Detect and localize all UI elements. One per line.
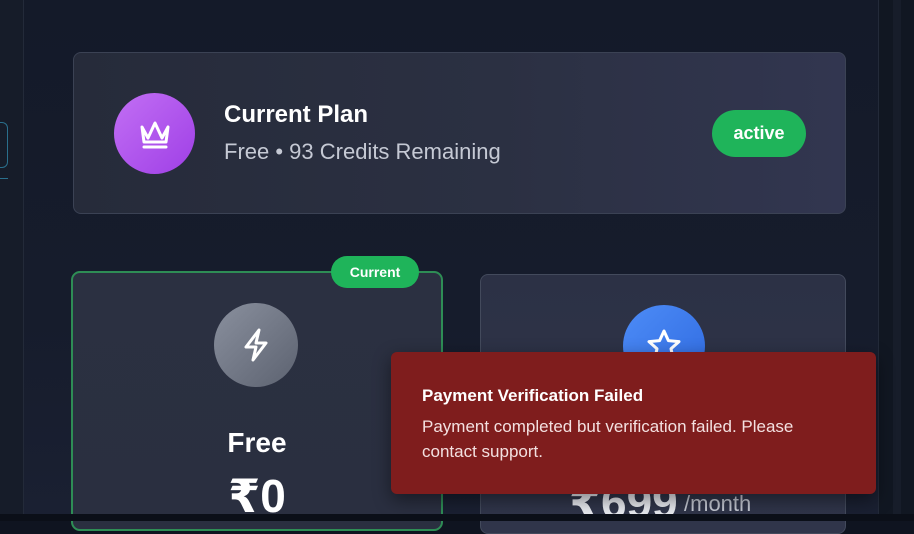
sidebar-edge-tab[interactable] [0, 122, 8, 168]
scrollbar-track[interactable] [878, 0, 914, 521]
plan-card-free[interactable]: Free ₹0 [71, 271, 443, 531]
toast-title: Payment Verification Failed [422, 386, 643, 406]
current-plan-title: Current Plan [224, 101, 368, 129]
scrollbar-thumb[interactable] [893, 0, 901, 521]
crown-icon [114, 93, 195, 174]
sidebar-divider [0, 178, 8, 179]
bottom-edge [0, 514, 914, 521]
current-plan-subtitle: Free • 93 Credits Remaining [224, 139, 501, 165]
plan-name: Free [73, 427, 441, 459]
current-plan-tag: Current [331, 256, 419, 288]
left-sidebar [0, 0, 24, 521]
current-plan-card: Current Plan Free • 93 Credits Remaining… [73, 52, 846, 214]
error-toast[interactable]: Payment Verification Failed Payment comp… [391, 352, 876, 494]
toast-message: Payment completed but verification faile… [422, 414, 852, 464]
lightning-icon [214, 303, 298, 387]
status-badge: active [712, 110, 806, 157]
